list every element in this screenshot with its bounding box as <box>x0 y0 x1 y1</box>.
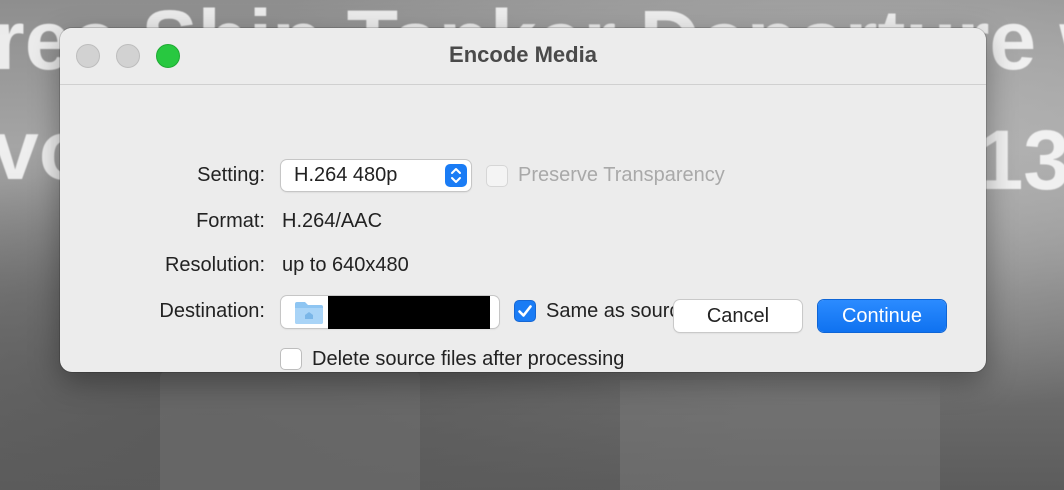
continue-button[interactable]: Continue <box>818 300 946 332</box>
encode-media-dialog: Encode Media Setting: H.264 480p Preserv… <box>60 28 986 372</box>
chevron-up-down-icon <box>445 164 467 187</box>
delete-source-label: Delete source files after processing <box>312 348 625 370</box>
format-value: H.264/AAC <box>282 210 383 232</box>
window-title: Encode Media <box>449 42 597 67</box>
preserve-transparency-label: Preserve Transparency <box>518 164 725 186</box>
folder-icon <box>293 298 325 326</box>
cancel-button[interactable]: Cancel <box>674 300 802 332</box>
redacted-path <box>328 296 490 329</box>
checkmark-icon <box>518 305 532 317</box>
delete-source-checkbox[interactable] <box>280 348 302 370</box>
preserve-transparency-checkbox[interactable] <box>486 165 508 187</box>
background-shape <box>620 380 940 490</box>
setting-select[interactable]: H.264 480p <box>281 160 471 191</box>
background-shape <box>160 370 420 490</box>
resolution-label: Resolution: <box>164 254 265 276</box>
destination-label: Destination: <box>159 300 265 322</box>
setting-label: Setting: <box>197 164 265 186</box>
same-as-source-checkbox[interactable] <box>514 300 536 322</box>
title-bar: Encode Media <box>60 28 986 85</box>
setting-select-value: H.264 480p <box>294 164 398 186</box>
format-label: Format: <box>196 210 265 232</box>
resolution-value: up to 640x480 <box>282 254 409 276</box>
